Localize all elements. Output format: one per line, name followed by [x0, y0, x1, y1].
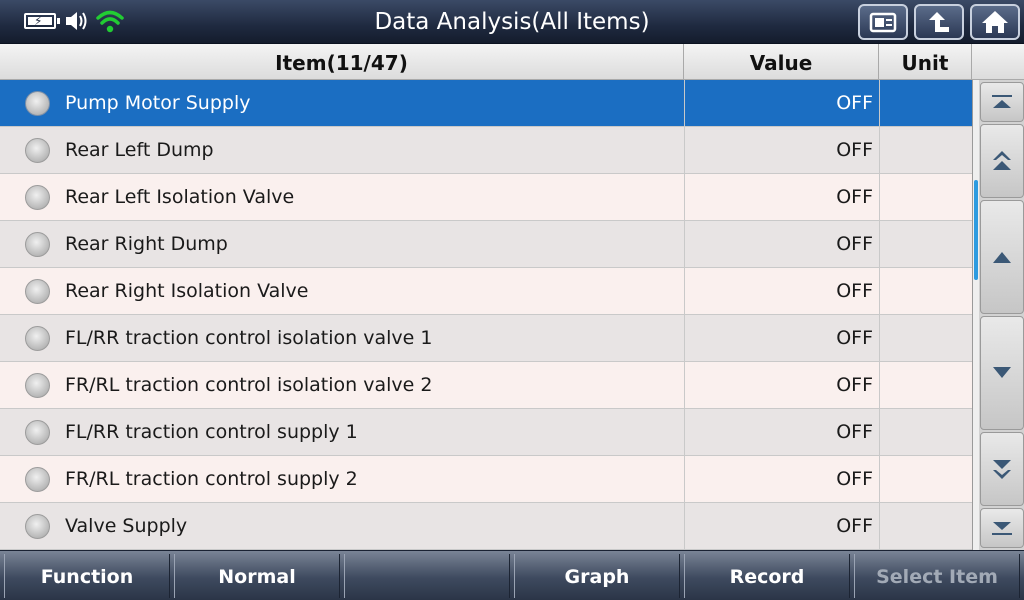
table-row[interactable]: Rear Right Dump OFF: [0, 221, 972, 268]
item-unit: [879, 268, 972, 315]
item-value: OFF: [684, 221, 879, 268]
row-radio[interactable]: [25, 138, 50, 163]
item-unit: [879, 221, 972, 268]
row-radio[interactable]: [25, 326, 50, 351]
table-row[interactable]: FR/RL traction control isolation valve 2…: [0, 362, 972, 409]
table-row[interactable]: Rear Left Dump OFF: [0, 127, 972, 174]
table-row[interactable]: FR/RL traction control supply 2 OFF: [0, 456, 972, 503]
item-value: OFF: [684, 315, 879, 362]
title-bar: Data Analysis(All Items) ⚡: [0, 0, 1024, 44]
item-name: Rear Left Dump: [65, 139, 214, 161]
home-icon: [982, 11, 1008, 33]
item-value: OFF: [684, 127, 879, 174]
wifi-icon: [96, 8, 124, 34]
column-header-item: Item(11/47): [0, 44, 684, 80]
scrollbar-thumb[interactable]: [974, 180, 978, 280]
table-header: Item(11/47) Value Unit: [0, 44, 1024, 80]
function-bar: Function Normal Graph Record Select Item: [0, 550, 1024, 600]
scroll-top-button[interactable]: [980, 82, 1024, 122]
back-icon: [929, 12, 949, 32]
item-value: OFF: [684, 456, 879, 503]
item-name: FL/RR traction control supply 1: [65, 421, 358, 443]
row-radio[interactable]: [25, 279, 50, 304]
column-header-value: Value: [684, 44, 879, 80]
report-button[interactable]: [858, 4, 908, 40]
back-button[interactable]: [914, 4, 964, 40]
item-value: OFF: [684, 409, 879, 456]
item-unit: [879, 80, 972, 127]
page-down-icon: [993, 460, 1011, 479]
normal-button[interactable]: Normal: [174, 554, 340, 598]
item-value: OFF: [684, 268, 879, 315]
row-radio[interactable]: [25, 373, 50, 398]
item-unit: [879, 362, 972, 409]
report-icon: [869, 12, 897, 33]
scroll-top-icon: [992, 95, 1012, 108]
item-unit: [879, 127, 972, 174]
item-name: Rear Right Isolation Valve: [65, 280, 309, 302]
table-row[interactable]: FL/RR traction control isolation valve 1…: [0, 315, 972, 362]
item-unit: [879, 174, 972, 221]
page-down-button[interactable]: [980, 432, 1024, 506]
item-value: OFF: [684, 80, 879, 127]
row-radio[interactable]: [25, 91, 50, 116]
item-name: Pump Motor Supply: [65, 92, 251, 114]
item-name: FL/RR traction control isolation valve 1: [65, 327, 433, 349]
speaker-icon: [64, 8, 92, 34]
item-value: OFF: [684, 174, 879, 221]
home-button[interactable]: [970, 4, 1020, 40]
item-unit: [879, 315, 972, 362]
data-list: Pump Motor Supply OFF Rear Left Dump OFF…: [0, 80, 972, 550]
scroll-bottom-button[interactable]: [980, 508, 1024, 548]
page-up-button[interactable]: [980, 124, 1024, 198]
scroll-up-icon: [993, 252, 1011, 263]
item-unit: [879, 409, 972, 456]
item-name: Rear Right Dump: [65, 233, 228, 255]
table-row[interactable]: Rear Left Isolation Valve OFF: [0, 174, 972, 221]
row-radio[interactable]: [25, 467, 50, 492]
select-item-button[interactable]: Select Item: [854, 554, 1020, 598]
scrollbar[interactable]: [973, 80, 979, 550]
scroll-panel: [972, 80, 1024, 550]
function-button[interactable]: Function: [4, 554, 170, 598]
graph-button[interactable]: Graph: [514, 554, 680, 598]
item-value: OFF: [684, 362, 879, 409]
empty-button[interactable]: [344, 554, 510, 598]
row-radio[interactable]: [25, 185, 50, 210]
scroll-down-button[interactable]: [980, 316, 1024, 430]
table-row[interactable]: Valve Supply OFF: [0, 503, 972, 550]
scroll-up-button[interactable]: [980, 200, 1024, 314]
page-up-icon: [993, 151, 1011, 170]
table-row[interactable]: Pump Motor Supply OFF: [0, 80, 972, 127]
item-name: Valve Supply: [65, 515, 188, 537]
item-name: FR/RL traction control supply 2: [65, 468, 358, 490]
table-row[interactable]: Rear Right Isolation Valve OFF: [0, 268, 972, 315]
column-header-unit: Unit: [879, 44, 972, 80]
item-name: FR/RL traction control isolation valve 2: [65, 374, 433, 396]
item-unit: [879, 503, 972, 550]
scroll-bottom-icon: [992, 522, 1012, 535]
item-value: OFF: [684, 503, 879, 550]
item-name: Rear Left Isolation Valve: [65, 186, 295, 208]
row-radio[interactable]: [25, 420, 50, 445]
record-button[interactable]: Record: [684, 554, 850, 598]
table-row[interactable]: FL/RR traction control supply 1 OFF: [0, 409, 972, 456]
item-unit: [879, 456, 972, 503]
row-radio[interactable]: [25, 514, 50, 539]
row-radio[interactable]: [25, 232, 50, 257]
battery-charging-icon: ⚡: [24, 13, 60, 29]
scroll-down-icon: [993, 367, 1011, 378]
